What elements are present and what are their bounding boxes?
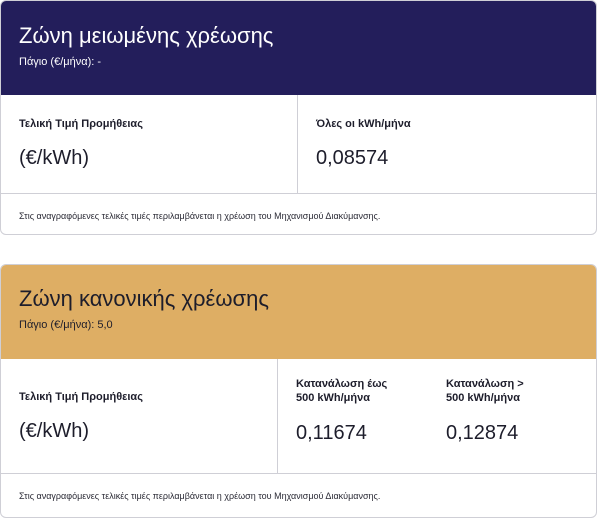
normal-zone-note: Στις αναγραφόμενες τελικές τιμές περιλαμ… — [19, 491, 381, 501]
normal-zone-label-column: Τελική Τιμή Προμήθειας (€/kWh) — [1, 359, 278, 473]
normal-value-header-up-to-500-line1: Κατανάλωση έως — [296, 378, 388, 390]
normal-value-header-over-500-line1: Κατανάλωση > — [446, 378, 524, 390]
reduced-price-unit: (€/kWh) — [19, 147, 89, 169]
normal-zone-fee: Πάγιο (€/μήνα): 5,0 — [19, 319, 113, 331]
normal-value-header-up-to-500-line2: 500 kWh/μήνα — [296, 392, 371, 404]
reduced-zone-price-row: Τελική Τιμή Προμήθειας (€/kWh) Όλες οι k… — [1, 95, 596, 194]
reduced-zone-fee: Πάγιο (€/μήνα): - — [19, 56, 102, 68]
normal-value-header-up-to-500: Κατανάλωση έως 500 kWh/μήνα — [296, 377, 446, 405]
normal-charge-zone-card: Ζώνη κανονικής χρέωσης Πάγιο (€/μήνα): 5… — [0, 264, 597, 518]
reduced-value-cell-all: Όλες οι kWh/μήνα 0,08574 — [316, 117, 466, 193]
reduced-zone-title: Ζώνη μειωμένης χρέωσης — [19, 23, 274, 48]
normal-zone-value-column: Κατανάλωση έως 500 kWh/μήνα 0,11674 Κατα… — [278, 359, 596, 473]
normal-value-cell-over-500: Κατανάλωση > 500 kWh/μήνα 0,12874 — [446, 377, 596, 473]
reduced-value-header: Όλες οι kWh/μήνα — [316, 118, 411, 130]
normal-value-header-over-500-line2: 500 kWh/μήνα — [446, 392, 521, 404]
normal-price-value-up-to-500: 0,11674 — [296, 422, 367, 444]
normal-zone-title: Ζώνη κανονικής χρέωσης — [19, 286, 269, 311]
normal-zone-header: Ζώνη κανονικής χρέωσης Πάγιο (€/μήνα): 5… — [1, 265, 596, 359]
normal-price-value-over-500: 0,12874 — [446, 422, 519, 444]
normal-value-cell-up-to-500: Κατανάλωση έως 500 kWh/μήνα 0,11674 — [296, 377, 446, 473]
normal-value-header-over-500: Κατανάλωση > 500 kWh/μήνα — [446, 377, 596, 405]
normal-price-label: Τελική Τιμή Προμήθειας — [19, 391, 143, 403]
reduced-price-value: 0,08574 — [316, 147, 389, 169]
reduced-charge-zone-card: Ζώνη μειωμένης χρέωσης Πάγιο (€/μήνα): -… — [0, 0, 597, 235]
normal-zone-price-row: Τελική Τιμή Προμήθειας (€/kWh) Κατανάλωσ… — [1, 359, 596, 474]
reduced-zone-value-column: Όλες οι kWh/μήνα 0,08574 — [298, 95, 596, 193]
reduced-zone-label-column: Τελική Τιμή Προμήθειας (€/kWh) — [1, 95, 298, 193]
reduced-zone-note: Στις αναγραφόμενες τελικές τιμές περιλαμ… — [19, 211, 381, 221]
normal-price-unit: (€/kWh) — [19, 420, 89, 442]
reduced-price-label: Τελική Τιμή Προμήθειας — [19, 118, 143, 130]
reduced-zone-header: Ζώνη μειωμένης χρέωσης Πάγιο (€/μήνα): - — [1, 1, 596, 95]
